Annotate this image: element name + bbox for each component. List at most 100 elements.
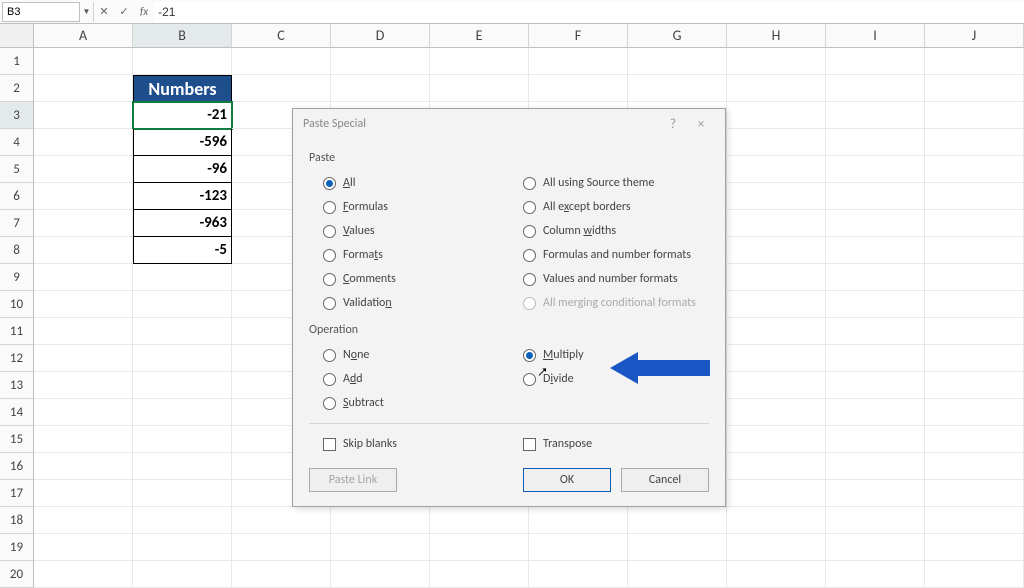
help-icon[interactable]: ?: [659, 117, 687, 132]
cell-H20[interactable]: [727, 561, 826, 588]
cell-A12[interactable]: [34, 345, 133, 372]
cell-E1[interactable]: [430, 48, 529, 75]
ok-button[interactable]: OK: [523, 468, 611, 492]
cell-H2[interactable]: [727, 75, 826, 102]
paste-radio-validation[interactable]: Validation: [309, 291, 509, 315]
cell-J7[interactable]: [925, 210, 1024, 237]
operation-radio-divide[interactable]: Divide: [509, 367, 709, 391]
column-header-g[interactable]: G: [628, 24, 727, 48]
row-header-18[interactable]: 18: [0, 507, 34, 534]
column-header-d[interactable]: D: [331, 24, 430, 48]
cell-B1[interactable]: [133, 48, 232, 75]
cell-B14[interactable]: [133, 399, 232, 426]
cell-I13[interactable]: [826, 372, 925, 399]
cell-H18[interactable]: [727, 507, 826, 534]
transpose-checkbox[interactable]: Transpose: [509, 432, 709, 456]
paste-radio-values-and-number-formats[interactable]: Values and number formats: [509, 267, 709, 291]
cell-A7[interactable]: [34, 210, 133, 237]
cell-J15[interactable]: [925, 426, 1024, 453]
cell-J4[interactable]: [925, 129, 1024, 156]
cell-H19[interactable]: [727, 534, 826, 561]
cell-I12[interactable]: [826, 345, 925, 372]
cell-I18[interactable]: [826, 507, 925, 534]
cell-J9[interactable]: [925, 264, 1024, 291]
cell-I2[interactable]: [826, 75, 925, 102]
cell-I6[interactable]: [826, 183, 925, 210]
cell-A9[interactable]: [34, 264, 133, 291]
accept-formula-icon[interactable]: ✓: [114, 5, 134, 18]
cell-B3[interactable]: -21: [133, 102, 232, 129]
cell-H16[interactable]: [727, 453, 826, 480]
cell-A16[interactable]: [34, 453, 133, 480]
close-icon[interactable]: ×: [687, 117, 715, 132]
cell-B4[interactable]: -596: [133, 129, 232, 156]
paste-radio-column-widths[interactable]: Column widths: [509, 219, 709, 243]
cell-A2[interactable]: [34, 75, 133, 102]
cell-E2[interactable]: [430, 75, 529, 102]
cell-B9[interactable]: [133, 264, 232, 291]
cell-I15[interactable]: [826, 426, 925, 453]
cell-B8[interactable]: -5: [133, 237, 232, 264]
column-header-h[interactable]: H: [727, 24, 826, 48]
cell-B13[interactable]: [133, 372, 232, 399]
paste-link-button[interactable]: Paste Link: [309, 468, 397, 492]
cell-J5[interactable]: [925, 156, 1024, 183]
cell-I3[interactable]: [826, 102, 925, 129]
cell-I5[interactable]: [826, 156, 925, 183]
paste-radio-formats[interactable]: Formats: [309, 243, 509, 267]
row-header-1[interactable]: 1: [0, 48, 34, 75]
cell-H5[interactable]: [727, 156, 826, 183]
cell-I17[interactable]: [826, 480, 925, 507]
cell-D19[interactable]: [331, 534, 430, 561]
cancel-button[interactable]: Cancel: [621, 468, 709, 492]
cell-B2[interactable]: Numbers: [133, 75, 232, 102]
cell-B6[interactable]: -123: [133, 183, 232, 210]
cell-H6[interactable]: [727, 183, 826, 210]
paste-radio-formulas[interactable]: Formulas: [309, 195, 509, 219]
cell-A8[interactable]: [34, 237, 133, 264]
cell-I10[interactable]: [826, 291, 925, 318]
column-header-i[interactable]: I: [826, 24, 925, 48]
cell-F19[interactable]: [529, 534, 628, 561]
cell-A1[interactable]: [34, 48, 133, 75]
fx-icon[interactable]: fx: [134, 5, 154, 18]
cell-C18[interactable]: [232, 507, 331, 534]
row-header-4[interactable]: 4: [0, 129, 34, 156]
cell-F2[interactable]: [529, 75, 628, 102]
cell-D1[interactable]: [331, 48, 430, 75]
paste-radio-all-except-borders[interactable]: All except borders: [509, 195, 709, 219]
cell-H8[interactable]: [727, 237, 826, 264]
cell-B16[interactable]: [133, 453, 232, 480]
cell-E18[interactable]: [430, 507, 529, 534]
row-header-3[interactable]: 3: [0, 102, 34, 129]
cancel-formula-icon[interactable]: ✕: [94, 5, 114, 18]
cell-H4[interactable]: [727, 129, 826, 156]
cell-A11[interactable]: [34, 318, 133, 345]
cell-I4[interactable]: [826, 129, 925, 156]
cell-G18[interactable]: [628, 507, 727, 534]
cell-C19[interactable]: [232, 534, 331, 561]
row-header-5[interactable]: 5: [0, 156, 34, 183]
cell-J19[interactable]: [925, 534, 1024, 561]
column-header-j[interactable]: J: [925, 24, 1024, 48]
cell-H11[interactable]: [727, 318, 826, 345]
cell-A18[interactable]: [34, 507, 133, 534]
cell-A13[interactable]: [34, 372, 133, 399]
paste-radio-formulas-and-number-formats[interactable]: Formulas and number formats: [509, 243, 709, 267]
cell-J17[interactable]: [925, 480, 1024, 507]
column-header-a[interactable]: A: [34, 24, 133, 48]
cell-I1[interactable]: [826, 48, 925, 75]
paste-radio-values[interactable]: Values: [309, 219, 509, 243]
column-header-c[interactable]: C: [232, 24, 331, 48]
cell-J3[interactable]: [925, 102, 1024, 129]
column-header-b[interactable]: B: [133, 24, 232, 48]
cell-J11[interactable]: [925, 318, 1024, 345]
cell-A14[interactable]: [34, 399, 133, 426]
paste-radio-comments[interactable]: Comments: [309, 267, 509, 291]
cell-B15[interactable]: [133, 426, 232, 453]
operation-radio-add[interactable]: Add: [309, 367, 509, 391]
cell-B7[interactable]: -963: [133, 210, 232, 237]
cell-G19[interactable]: [628, 534, 727, 561]
cell-C20[interactable]: [232, 561, 331, 588]
cell-B20[interactable]: [133, 561, 232, 588]
